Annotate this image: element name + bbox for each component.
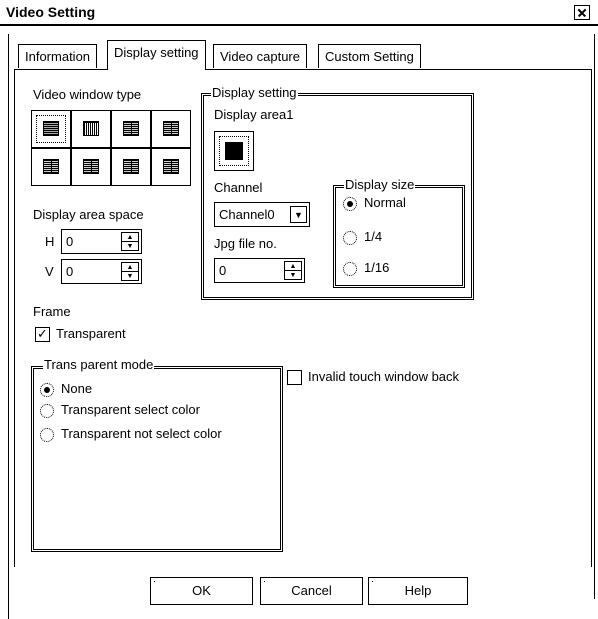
cancel-button[interactable]: Cancel (260, 577, 363, 605)
trans-parent-mode-label: Trans parent mode (43, 357, 155, 372)
jpg-file-value: 0 (219, 263, 227, 278)
spin-up-icon[interactable]: ▲ (122, 233, 138, 242)
layout-right-split-button[interactable] (111, 148, 151, 186)
transparent-label: Transparent (56, 326, 126, 341)
layout-left-split-button[interactable] (71, 148, 111, 186)
tab-panel-left (14, 69, 15, 567)
h-label: H (45, 234, 55, 249)
video-window-type-label: Video window type (33, 87, 142, 102)
tab-panel-right (591, 69, 592, 567)
trans-mode-none-radio[interactable] (40, 383, 54, 397)
layout-split-vertical-button[interactable] (111, 110, 151, 148)
display-size-quarter-radio[interactable] (343, 231, 357, 245)
trans-mode-select-color-label: Transparent select color (61, 402, 200, 417)
close-icon[interactable] (574, 5, 590, 20)
spin-up-icon[interactable]: ▲ (122, 263, 138, 272)
trans-mode-not-select-color-radio[interactable] (40, 428, 54, 442)
display-size-sixteenth-radio[interactable] (343, 262, 357, 276)
layout-quad-button[interactable] (151, 110, 191, 148)
invalid-touch-checkbox[interactable] (287, 370, 302, 385)
title-bar: Video Setting (0, 0, 598, 26)
jpg-file-spin-input[interactable]: 0 ▲ ▼ (214, 258, 305, 283)
frame-label: Frame (33, 304, 71, 319)
channel-label: Channel (214, 180, 263, 195)
display-size-group-label: Display size (344, 177, 416, 192)
display-size-sixteenth-label: 1/16 (364, 260, 390, 275)
ok-button[interactable]: OK (150, 577, 253, 605)
display-area-space-label: Display area space (33, 207, 144, 222)
layout-split-vertical-icon (123, 121, 139, 136)
jpg-spin-arrows[interactable]: ▲ ▼ (284, 261, 302, 280)
trans-mode-select-color-radio[interactable] (40, 404, 54, 418)
display-size-quarter-label: 1/4 (364, 229, 383, 244)
h-spin-arrows[interactable]: ▲ ▼ (121, 232, 139, 251)
tab-display-setting[interactable]: Display setting (107, 40, 206, 70)
jpg-file-label: Jpg file no. (214, 236, 277, 251)
layout-single-button[interactable] (31, 110, 71, 148)
help-button[interactable]: Help (368, 577, 468, 605)
layout-top-split-icon (43, 159, 59, 174)
layout-right-split-icon (123, 159, 139, 174)
trans-mode-not-select-color-label: Transparent not select color (61, 426, 222, 441)
layout-left-split-icon (83, 159, 99, 174)
v-spin-input[interactable]: 0 ▲ ▼ (61, 259, 142, 284)
channel-select[interactable]: Channel0 ▼ (214, 202, 310, 227)
v-label: V (45, 264, 54, 279)
dialog-right-border (594, 34, 595, 599)
display-area-button[interactable] (214, 131, 254, 171)
spin-down-icon[interactable]: ▼ (285, 271, 301, 280)
display-size-normal-label: Normal (364, 195, 406, 210)
transparent-checkbox[interactable]: ✓ (35, 327, 50, 342)
layout-grid-button[interactable] (151, 148, 191, 186)
v-value: 0 (66, 264, 74, 279)
h-spin-input[interactable]: 0 ▲ ▼ (61, 229, 142, 254)
h-value: 0 (66, 234, 74, 249)
tab-panel-top (14, 69, 592, 70)
dialog-left-border (8, 34, 9, 619)
layout-single-icon (43, 121, 59, 136)
layout-grid-icon (163, 159, 179, 174)
display-setting-group-label: Display setting (211, 85, 298, 100)
layout-split-horizontal-button[interactable] (71, 110, 111, 148)
spin-down-icon[interactable]: ▼ (122, 272, 138, 281)
chevron-down-icon[interactable]: ▼ (290, 206, 307, 223)
window-title: Video Setting (6, 4, 96, 20)
layout-split-horizontal-icon (83, 121, 99, 136)
layout-top-split-button[interactable] (31, 148, 71, 186)
layout-quad-icon (163, 121, 179, 136)
tab-custom-setting[interactable]: Custom Setting (318, 44, 421, 68)
tab-video-capture[interactable]: Video capture (213, 44, 307, 68)
spin-up-icon[interactable]: ▲ (285, 262, 301, 271)
channel-value: Channel0 (219, 207, 275, 222)
display-size-normal-radio[interactable] (343, 197, 357, 211)
display-area-label: Display area1 (214, 107, 294, 122)
trans-mode-none-label: None (61, 381, 93, 396)
tab-information[interactable]: Information (18, 44, 98, 68)
display-area-icon (225, 142, 243, 160)
invalid-touch-label: Invalid touch window back (308, 369, 460, 384)
v-spin-arrows[interactable]: ▲ ▼ (121, 262, 139, 281)
spin-down-icon[interactable]: ▼ (122, 242, 138, 251)
